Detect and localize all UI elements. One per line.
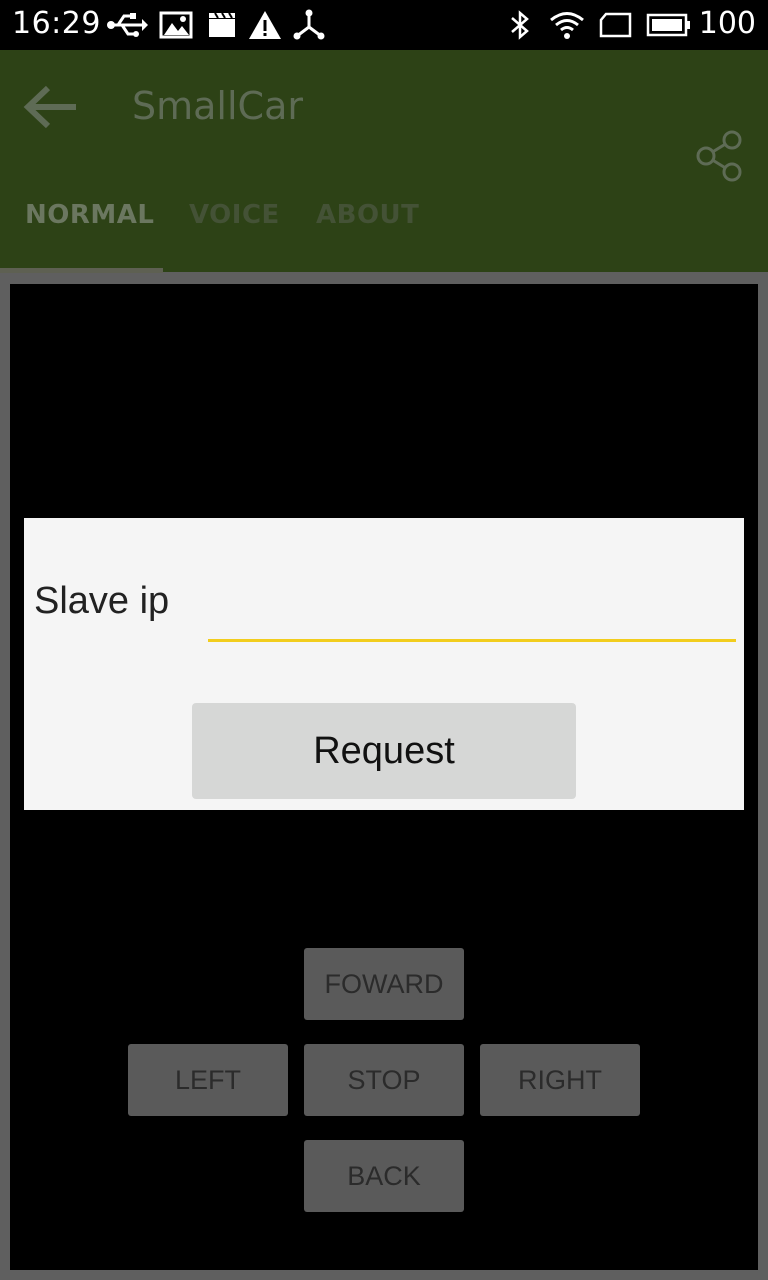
clapperboard-icon [209, 12, 235, 37]
share-hub-icon [293, 9, 325, 40]
usb-icon [107, 13, 148, 37]
ip-dialog: Slave ip Request [24, 518, 744, 810]
battery-icon [646, 13, 690, 37]
sim-icon [599, 12, 632, 38]
image-icon [159, 11, 193, 39]
battery-percent: 100 [698, 6, 756, 41]
tab-voice[interactable]: VOICE [189, 200, 280, 230]
warning-icon [249, 11, 281, 39]
tab-indicator [0, 268, 163, 273]
tab-normal[interactable]: NORMAL [25, 200, 154, 230]
slave-ip-input[interactable] [208, 598, 736, 642]
slave-ip-label: Slave ip [34, 580, 170, 622]
forward-button[interactable]: FOWARD [304, 948, 464, 1020]
app-title: SmallCar [132, 84, 303, 128]
share-icon[interactable] [694, 128, 744, 184]
right-button[interactable]: RIGHT [480, 1044, 640, 1116]
bluetooth-icon [511, 10, 529, 40]
left-button[interactable]: LEFT [128, 1044, 288, 1116]
status-bar: 16:29 100 [0, 0, 768, 50]
status-time: 16:29 [12, 6, 101, 41]
request-button[interactable]: Request [192, 703, 576, 799]
app-bar: SmallCar NORMAL VOICE ABOUT [0, 50, 768, 272]
wifi-icon [550, 12, 584, 39]
stop-button[interactable]: STOP [304, 1044, 464, 1116]
back-button[interactable]: BACK [304, 1140, 464, 1212]
tab-about[interactable]: ABOUT [316, 200, 419, 230]
arrow-back-icon[interactable] [20, 82, 80, 132]
